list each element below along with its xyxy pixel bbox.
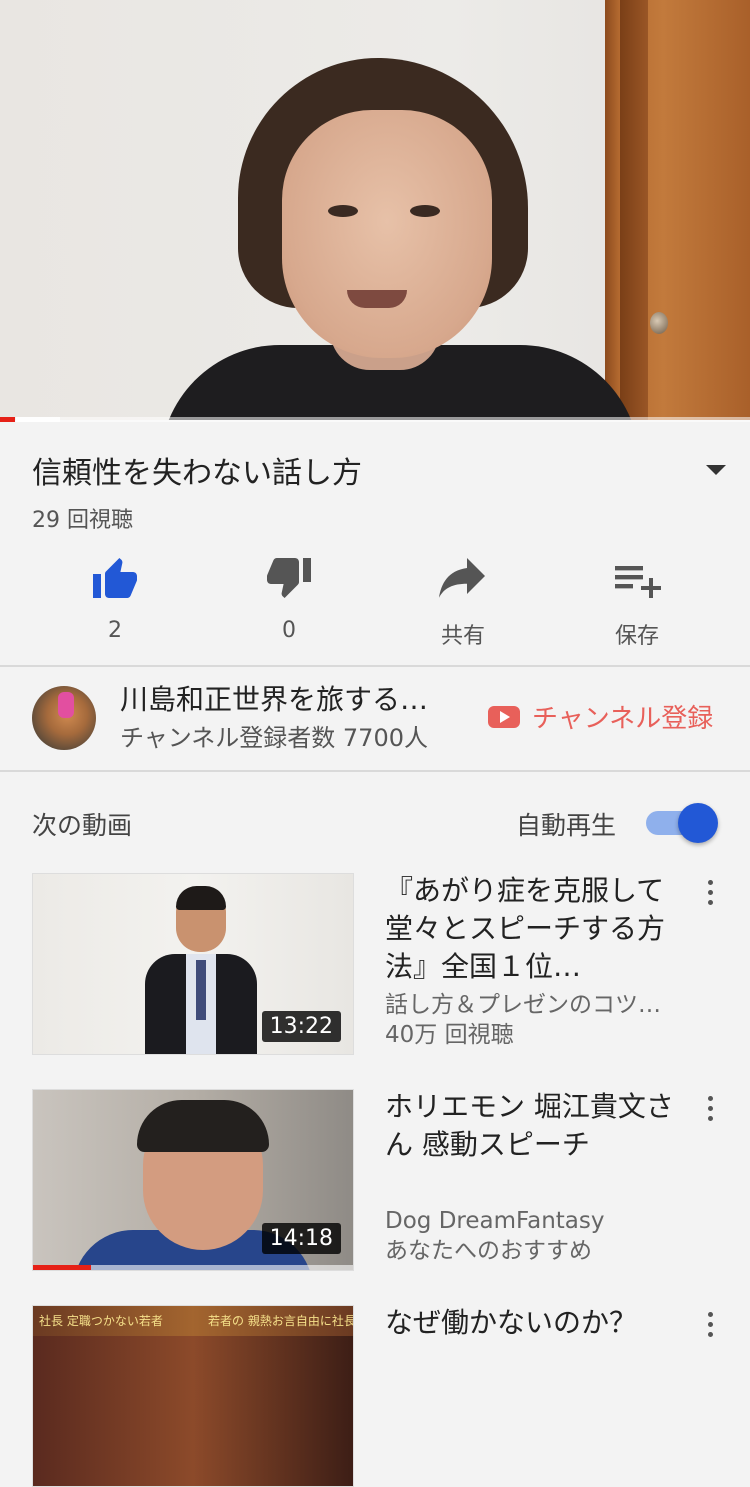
save-button[interactable]: 保存 (577, 556, 697, 650)
thumbs-up-icon (93, 558, 137, 598)
dislike-button[interactable]: 0 (229, 556, 349, 643)
share-button[interactable]: 共有 (403, 556, 523, 650)
video-player[interactable] (0, 0, 750, 420)
video-duration: 13:22 (261, 1011, 341, 1042)
more-vert-icon[interactable] (700, 1096, 720, 1126)
video-frame-door-knob (650, 312, 668, 334)
video-title-link[interactable]: なぜ働かないのか？ (385, 1304, 685, 1342)
chevron-down-icon[interactable] (706, 465, 726, 475)
share-label: 共有 (440, 624, 485, 649)
like-count: 2 (108, 618, 122, 643)
playlist-add-icon (615, 566, 661, 598)
dislike-count: 0 (282, 618, 296, 643)
watched-progress-fill (33, 1265, 91, 1270)
video-frame-person-eye (410, 205, 440, 217)
up-next-heading: 次の動画 (32, 811, 133, 840)
avatar[interactable] (32, 686, 96, 750)
thumbnail-caption: 若者の 親熱お言自由に社長が喝! (208, 1314, 354, 1328)
video-progress-track[interactable] (0, 417, 750, 422)
video-title-link[interactable]: 『あがり症を克服して堂々とスピーチする方法』全国１位… (385, 872, 685, 986)
video-channel: Dog DreamFantasy (385, 1208, 605, 1234)
like-button[interactable]: 2 (55, 556, 175, 643)
save-label: 保存 (614, 624, 659, 649)
subscribe-button[interactable]: チャンネル登録 (488, 698, 713, 735)
thumbs-down-icon (267, 558, 311, 598)
video-thumbnail[interactable]: 13:22 (32, 873, 354, 1055)
video-title-link[interactable]: ホリエモン 堀江貴文さん 感動スピーチ (385, 1088, 675, 1164)
more-vert-icon[interactable] (700, 880, 720, 910)
video-title: 信頼性を失わない話し方 (32, 456, 362, 491)
video-recommendation: あなたへのおすすめ (385, 1238, 592, 1264)
video-thumbnail[interactable]: 14:18 (32, 1089, 354, 1271)
autoplay-toggle-knob[interactable] (678, 803, 718, 843)
thumbnail-caption: 社長 定職つかない若者 (39, 1314, 163, 1328)
share-icon (439, 558, 485, 598)
video-frame-person-face (282, 110, 492, 358)
video-frame-person-eye (328, 205, 358, 217)
video-progress-buffer (16, 417, 60, 422)
channel-name[interactable]: 川島和正世界を旅する… (120, 678, 465, 718)
subscribe-label: チャンネル登録 (532, 704, 714, 734)
view-count: 29 回視聴 (32, 508, 133, 533)
divider (0, 770, 750, 772)
video-frame-door-edge (620, 0, 648, 420)
subscriber-count: チャンネル登録者数 7700人 (120, 724, 428, 752)
divider (0, 665, 750, 667)
video-thumbnail[interactable]: 社長 定職つかない若者 若者の 親熱お言自由に社長が喝! (32, 1305, 354, 1487)
video-channel: 話し方＆プレゼンのコツ… (385, 992, 661, 1018)
youtube-logo-icon (488, 705, 520, 728)
video-progress-fill (0, 417, 15, 422)
more-vert-icon[interactable] (700, 1312, 720, 1342)
video-duration: 14:18 (261, 1223, 341, 1254)
video-frame-person-mouth (347, 290, 407, 308)
video-views: 40万 回視聴 (385, 1022, 514, 1048)
autoplay-label: 自動再生 (516, 811, 617, 840)
